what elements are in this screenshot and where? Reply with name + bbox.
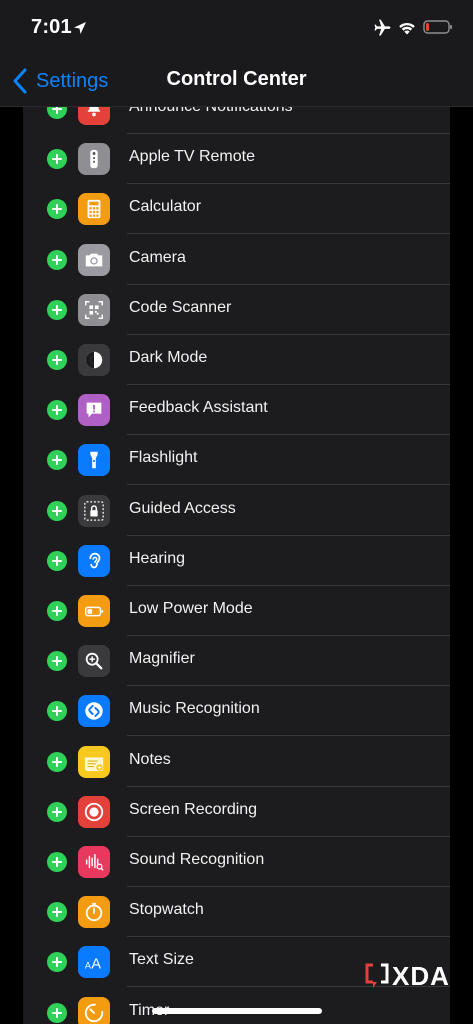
xda-logo-icon [365,963,389,988]
control-row: Code Scanner [23,285,450,335]
screen: Announce NotificationsApple TV RemoteCal… [0,0,473,1024]
status-bar: 7:01 [0,0,473,56]
control-label: Guided Access [129,499,236,517]
add-control-button[interactable] [47,801,67,822]
add-control-button[interactable] [47,651,67,672]
add-control-button[interactable] [47,249,67,270]
add-control-button[interactable] [47,701,67,722]
control-row: Magnifier [23,636,450,687]
control-row: Screen Recording [23,787,450,837]
add-control-button[interactable] [47,852,67,872]
control-label: Magnifier [129,650,195,668]
top-bar: 7:01 Settings Control Center [0,0,473,107]
status-time: 7:01 [31,16,72,38]
control-row: Flashlight [23,435,450,486]
xda-watermark: XDA [364,960,450,991]
add-control-button[interactable] [47,199,67,220]
remote-icon [78,143,110,176]
control-row: Music Recognition [23,686,450,737]
home-indicator[interactable] [152,1008,322,1014]
add-control-button[interactable] [47,149,67,170]
watermark-text: XDA [392,960,450,991]
add-control-button[interactable] [47,299,67,320]
stopwatch-icon [78,896,110,929]
add-control-button[interactable] [47,500,67,521]
dark-mode-icon [78,344,110,376]
flashlight-icon [78,444,110,477]
location-arrow-icon [74,22,86,34]
control-label: Feedback Assistant [129,399,268,417]
add-control-button[interactable] [47,952,67,973]
control-label: Dark Mode [129,349,208,366]
page-title: Control Center [166,68,307,90]
add-control-button[interactable] [47,751,67,772]
ear-icon [78,544,110,577]
text-size-icon: AA [78,946,110,979]
wifi-icon [399,22,415,35]
calculator-icon [78,193,110,226]
waveform-icon [78,846,110,878]
add-control-button[interactable] [47,450,67,471]
navigation-bar: Settings Control Center [0,56,473,106]
control-label: Low Power Mode [129,600,253,617]
timer-icon [78,996,110,1024]
control-row: Apple TV Remote [23,134,450,185]
camera-icon [78,243,110,276]
control-row: Guided Access [23,486,450,536]
control-label: Apple TV Remote [129,148,255,166]
control-row: Low Power Mode [23,586,450,636]
qr-code-icon [78,293,110,326]
control-row: Feedback Assistant [23,385,450,436]
control-label: Music Recognition [129,700,260,718]
shazam-icon [78,695,110,728]
lock-icon [78,494,110,527]
add-control-button[interactable] [47,1002,67,1023]
low-battery-icon [78,595,110,627]
control-label: Calculator [129,198,202,216]
add-control-button[interactable] [47,550,67,571]
control-label: Flashlight [129,449,198,467]
control-row: Stopwatch [23,887,450,938]
airplane-icon [374,19,391,36]
control-row: Camera [23,235,450,285]
add-control-button[interactable] [47,601,67,621]
control-label: Hearing [129,549,186,567]
control-label: Text Size [129,951,194,969]
control-row: Calculator [23,184,450,235]
control-label: Camera [129,248,186,266]
control-label: Screen Recording [129,800,258,818]
more-controls-list: Announce NotificationsApple TV RemoteCal… [23,84,450,1024]
magnifier-icon [78,645,110,678]
record-icon [78,795,110,828]
battery-icon [423,20,452,34]
control-row: Notes [23,737,450,787]
add-control-button[interactable] [47,400,67,421]
control-label: Sound Recognition [129,851,265,868]
notes-icon [78,745,110,778]
control-row: Dark Mode [23,335,450,385]
control-row: Timer [23,988,450,1024]
control-label: Stopwatch [129,901,204,919]
control-row: Hearing [23,536,450,586]
add-control-button[interactable] [47,902,67,923]
add-control-button[interactable] [47,350,67,370]
feedback-icon [78,394,110,427]
svg-text:A: A [91,957,101,973]
control-label: Notes [129,750,171,768]
control-label: Code Scanner [129,298,232,316]
control-row: Sound Recognition [23,837,450,887]
